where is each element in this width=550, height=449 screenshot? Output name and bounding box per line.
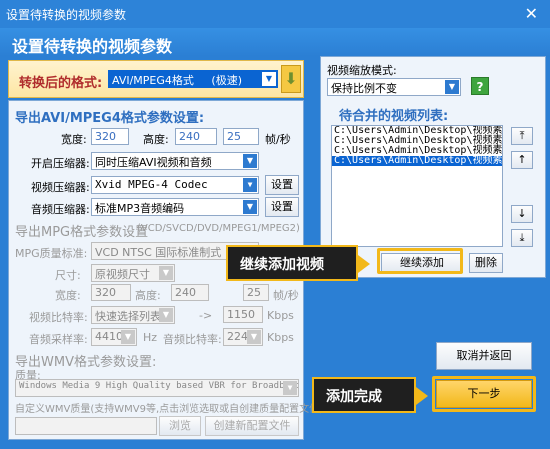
mpg-vbitrate-unit: Kbps	[267, 309, 294, 322]
window-title: 设置待转换的视频参数	[6, 8, 127, 22]
mpg-vbitrate-input: 1150	[223, 306, 263, 323]
move-up-icon[interactable]: ↑	[511, 151, 533, 169]
avi-height-input[interactable]: 240	[175, 128, 217, 145]
move-top-icon[interactable]: ⤒	[511, 127, 533, 145]
avi-width-label: 宽度:	[61, 133, 87, 146]
mpg-asample-select: 44100 ▼	[91, 328, 137, 346]
video-settings-button[interactable]: 设置	[265, 175, 299, 195]
wmv-create-button: 创建新配置文件	[205, 416, 299, 436]
mpg-width-label: 宽度:	[55, 289, 81, 302]
continue-add-callout: 继续添加视频	[226, 245, 370, 281]
chevron-down-icon: ▼	[243, 178, 257, 192]
mpg-height-input: 240	[171, 284, 209, 301]
mpg-height-label: 高度:	[135, 289, 161, 302]
format-value: AVI/MPEG4格式	[112, 74, 194, 87]
list-item[interactable]: C:\Users\Admin\Desktop\视频素材\视频	[332, 156, 502, 166]
dialog-header: 设置待转换的视频参数	[0, 28, 550, 56]
merge-file-list[interactable]: C:\Users\Admin\Desktop\视频素材\视频 C:\Users\…	[331, 125, 503, 247]
continue-add-highlight	[377, 248, 463, 274]
chevron-down-icon: ▼	[243, 200, 257, 214]
video-compressor-select[interactable]: Xvid MPEG-4 Codec ▼	[91, 176, 259, 194]
next-highlight	[432, 376, 536, 412]
compressor-select[interactable]: 同时压缩AVI视频和音频 ▼	[91, 152, 259, 170]
mpg-hz-label: Hz	[143, 331, 158, 344]
mpg-vbitrate-value: 快速选择列表	[95, 310, 161, 323]
wmv-browse-button: 浏览	[159, 416, 201, 436]
audio-settings-button[interactable]: 设置	[265, 197, 299, 217]
chevron-down-icon: ▼	[445, 80, 459, 94]
mpg-quality-value: VCD NTSC 国际标准制式	[95, 246, 222, 259]
cancel-return-button[interactable]: 取消并返回	[436, 342, 532, 370]
mpg-fps-unit: 帧/秒	[273, 289, 299, 302]
wmv-custom-path	[15, 417, 157, 435]
move-bottom-icon[interactable]: ⤓	[511, 229, 533, 247]
avi-fps-unit: 帧/秒	[265, 133, 291, 146]
compressor-label: 开启压缩器:	[31, 157, 90, 170]
format-label: 转换后的格式:	[19, 76, 103, 91]
format-panel: 转换后的格式: AVI/MPEG4格式 (极速) ▼ ⬇	[8, 60, 304, 98]
chevron-down-icon: ▼	[262, 72, 276, 86]
mpg-quality-label: MPG质量标准:	[15, 247, 88, 260]
mpg-vbitrate-label: 视频比特率:	[29, 311, 88, 324]
mpg-abitrate-unit: Kbps	[267, 331, 294, 344]
mpg-size-select: 原视频尺寸 ▼	[91, 264, 175, 282]
scale-mode-value: 保持比例不变	[331, 82, 397, 95]
mpg-size-label: 尺寸:	[55, 269, 81, 282]
window-title-bar: 设置待转换的视频参数 ✕	[0, 0, 550, 28]
download-arrow-icon[interactable]: ⬇	[281, 65, 301, 93]
audio-compressor-label: 音频压缩器:	[31, 203, 90, 216]
mpg-width-input: 320	[91, 284, 131, 301]
mpg-fps-input: 25	[243, 284, 269, 301]
chevron-down-icon: ▼	[247, 330, 261, 344]
wmv-quality-select: Windows Media 9 High Quality based VBR f…	[15, 379, 299, 397]
video-compressor-label: 视频压缩器:	[31, 181, 90, 194]
compressor-value: 同时压缩AVI视频和音频	[95, 156, 212, 169]
mpg-abitrate-label: 音频比特率:	[163, 333, 222, 346]
done-callout: 添加完成	[312, 377, 428, 413]
audio-compressor-select[interactable]: 标准MP3音频编码 ▼	[91, 198, 259, 216]
scale-mode-label: 视频缩放模式:	[327, 64, 397, 77]
close-icon[interactable]: ✕	[525, 4, 538, 23]
video-compressor-value: Xvid MPEG-4 Codec	[95, 178, 208, 191]
wmv-custom-label: 自定义WMV质量(支持WMV9等,点击浏览选取或自创建质量配置文件)	[15, 404, 324, 415]
wmv-quality-value: Windows Media 9 High Quality based VBR f…	[19, 381, 299, 391]
mpg-abitrate-select: 224 ▼	[223, 328, 263, 346]
merge-list-title: 待合并的视频列表:	[339, 109, 449, 124]
mpg-vbitrate-select: 快速选择列表 ▼	[91, 306, 175, 324]
help-icon[interactable]: ?	[471, 77, 489, 95]
mpg-section-subtitle: (VCD/SVCD/DVD/MPEG1/MPEG2)	[137, 223, 300, 234]
chevron-down-icon: ▼	[159, 266, 173, 280]
mpg-section-title: 导出MPG格式参数设置	[15, 225, 149, 240]
mpg-size-value: 原视频尺寸	[95, 268, 150, 281]
chevron-down-icon: ▼	[243, 154, 257, 168]
scale-mode-select[interactable]: 保持比例不变 ▼	[327, 78, 461, 96]
move-down-icon[interactable]: ↓	[511, 205, 533, 223]
mpg-arrow: ->	[199, 309, 213, 322]
format-badge: (极速)	[211, 74, 242, 87]
audio-compressor-value: 标准MP3音频编码	[95, 202, 185, 215]
format-select[interactable]: AVI/MPEG4格式 (极速) ▼	[108, 70, 278, 88]
avi-height-label: 高度:	[143, 133, 169, 146]
avi-width-input[interactable]: 320	[91, 128, 129, 145]
chevron-down-icon: ▼	[159, 308, 173, 322]
avi-section-title: 导出AVI/MPEG4格式参数设置:	[15, 111, 205, 126]
mpg-abitrate-value: 224	[227, 330, 248, 343]
dialog-title: 设置待转换的视频参数	[12, 37, 173, 56]
chevron-down-icon: ▼	[121, 330, 135, 344]
delete-button[interactable]: 删除	[469, 253, 503, 273]
avi-fps-input[interactable]: 25	[223, 128, 259, 145]
chevron-down-icon: ▼	[283, 381, 297, 395]
mpg-asample-label: 音频采样率:	[29, 333, 88, 346]
